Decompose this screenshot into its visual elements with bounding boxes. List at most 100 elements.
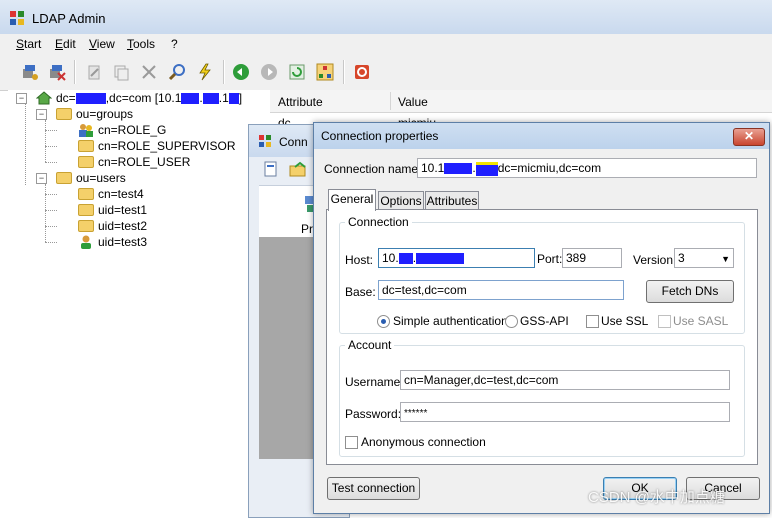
account-group-label: Account <box>345 338 395 352</box>
ldap-admin-app-icon <box>10 11 24 25</box>
connection-name-input[interactable]: 10.1. dc=micmiu,dc=com <box>417 158 757 178</box>
tree-node-role-g[interactable]: cn=ROLE_G <box>78 122 166 138</box>
schema-icon[interactable] <box>315 62 335 82</box>
fetch-dns-button[interactable]: Fetch DNs <box>646 280 734 303</box>
host-label: Host: <box>345 253 374 267</box>
version-label: Version: <box>633 253 677 267</box>
tree-root[interactable]: dc= ,dc=com [10.1. .1] <box>35 90 242 106</box>
forward-icon[interactable] <box>259 62 279 82</box>
server-icon <box>35 91 53 105</box>
open-connection-icon[interactable] <box>289 161 307 180</box>
use-sasl-label: Use SASL <box>673 314 729 328</box>
version-select[interactable]: 3 ▼ <box>674 248 734 268</box>
tree-node-test4[interactable]: cn=test4 <box>78 186 144 202</box>
menu-help[interactable]: ? <box>171 37 178 51</box>
collapse-groups-toggle[interactable]: − <box>36 109 47 120</box>
flash-icon[interactable] <box>195 62 215 82</box>
tree-node-test3[interactable]: uid=test3 <box>78 234 147 250</box>
use-ssl-checkbox[interactable] <box>586 315 599 328</box>
user-icon <box>78 235 94 249</box>
username-value: cn=Manager,dc=test,dc=com <box>404 373 559 387</box>
tree-node-test1[interactable]: uid=test1 <box>78 202 147 218</box>
use-ssl-label: Use SSL <box>601 314 649 328</box>
dialog-title: Connection properties <box>321 129 439 143</box>
tree-node-label: cn=ROLE_USER <box>98 155 191 169</box>
base-input[interactable]: dc=test,dc=com <box>378 280 624 300</box>
port-input[interactable]: 389 <box>562 248 622 268</box>
password-label: Password: <box>345 407 402 421</box>
tab-general[interactable]: General <box>328 189 376 211</box>
password-input[interactable]: ****** <box>400 402 730 422</box>
gss-api-radio[interactable] <box>505 315 518 328</box>
tree-root-prefix: dc= <box>56 91 76 105</box>
collapse-root-toggle[interactable]: − <box>16 93 27 104</box>
gss-api-label: GSS-API <box>520 314 569 328</box>
tree-node-label: cn=ROLE_G <box>98 123 167 137</box>
tab-options[interactable]: Options <box>378 191 424 210</box>
collapse-users-toggle[interactable]: − <box>36 173 47 184</box>
tree-node-label: ou=groups <box>76 107 134 121</box>
dialog-title-bar: Connection properties ✕ <box>314 123 769 149</box>
connection-entry-label[interactable]: Pr <box>301 222 313 236</box>
tree-root-mid: ,dc=com [10.1 <box>105 91 182 105</box>
copy-icon[interactable] <box>111 62 131 82</box>
folder-icon <box>78 220 94 232</box>
connect-icon[interactable] <box>20 62 40 82</box>
host-value-prefix: 10. <box>382 251 399 265</box>
edit-icon[interactable] <box>84 62 104 82</box>
test-connection-button[interactable]: Test connection <box>327 477 420 500</box>
watermark-text: CSDN @水中加点糖 <box>588 489 725 506</box>
folder-icon <box>56 108 72 120</box>
folder-icon <box>78 156 94 168</box>
delete-icon[interactable] <box>139 62 159 82</box>
toolbar <box>0 54 772 91</box>
menu-start[interactable]: Start <box>16 37 41 51</box>
password-value: ****** <box>404 408 428 419</box>
use-sasl-checkbox[interactable] <box>658 315 671 328</box>
username-input[interactable]: cn=Manager,dc=test,dc=com <box>400 370 730 390</box>
disconnect-icon[interactable] <box>47 62 67 82</box>
tree-node-role-supervisor[interactable]: cn=ROLE_SUPERVISOR <box>78 138 236 154</box>
folder-icon <box>78 204 94 216</box>
username-label: Username: <box>345 375 404 389</box>
stop-icon[interactable] <box>352 62 372 82</box>
folder-icon <box>56 172 72 184</box>
menu-tools[interactable]: Tools <box>127 37 155 51</box>
menu-edit[interactable]: Edit <box>55 37 76 51</box>
connection-name-prefix: 10.1 <box>421 161 445 175</box>
tab-attributes[interactable]: Attributes <box>425 191 479 210</box>
connection-name-suffix: dc=micmiu,dc=com <box>497 161 602 175</box>
tree-node-role-user[interactable]: cn=ROLE_USER <box>78 154 190 170</box>
anonymous-label: Anonymous connection <box>361 435 486 449</box>
version-value: 3 <box>678 251 685 265</box>
tree-node-label: uid=test1 <box>98 203 148 217</box>
back-icon[interactable] <box>231 62 251 82</box>
refresh-icon[interactable] <box>287 62 307 82</box>
anonymous-checkbox[interactable] <box>345 436 358 449</box>
tree-node-label: uid=test3 <box>98 235 148 249</box>
main-title-bar: LDAP Admin <box>0 0 772 35</box>
close-button[interactable]: ✕ <box>733 128 765 146</box>
column-value[interactable]: Value <box>398 95 428 109</box>
tree-node-test2[interactable]: uid=test2 <box>78 218 147 234</box>
host-input[interactable]: 10.. <box>378 248 535 268</box>
menu-bar: Start Edit View Tools ? <box>0 34 772 54</box>
search-icon[interactable] <box>167 62 187 82</box>
folder-icon <box>78 188 94 200</box>
app-title: LDAP Admin <box>32 11 106 26</box>
menu-view[interactable]: View <box>89 37 115 51</box>
simple-auth-radio[interactable] <box>377 315 390 328</box>
connection-properties-dialog: Connection properties ✕ Connection name:… <box>313 122 770 514</box>
base-label: Base: <box>345 285 376 299</box>
new-connection-icon[interactable] <box>263 161 279 180</box>
simple-auth-label: Simple authentication <box>393 314 508 328</box>
tree-node-ou-groups[interactable]: ou=groups <box>56 106 133 122</box>
chevron-down-icon: ▼ <box>721 254 730 264</box>
tree-node-label: ou=users <box>76 171 126 185</box>
tree-node-label: cn=ROLE_SUPERVISOR <box>98 139 236 153</box>
directory-tree: − dc= ,dc=com [10.1. .1] − ou=groups cn=RO… <box>8 90 271 516</box>
close-icon: ✕ <box>743 129 755 143</box>
column-attribute[interactable]: Attribute <box>278 95 323 109</box>
folder-icon <box>78 140 94 152</box>
tree-node-ou-users[interactable]: ou=users <box>56 170 126 186</box>
